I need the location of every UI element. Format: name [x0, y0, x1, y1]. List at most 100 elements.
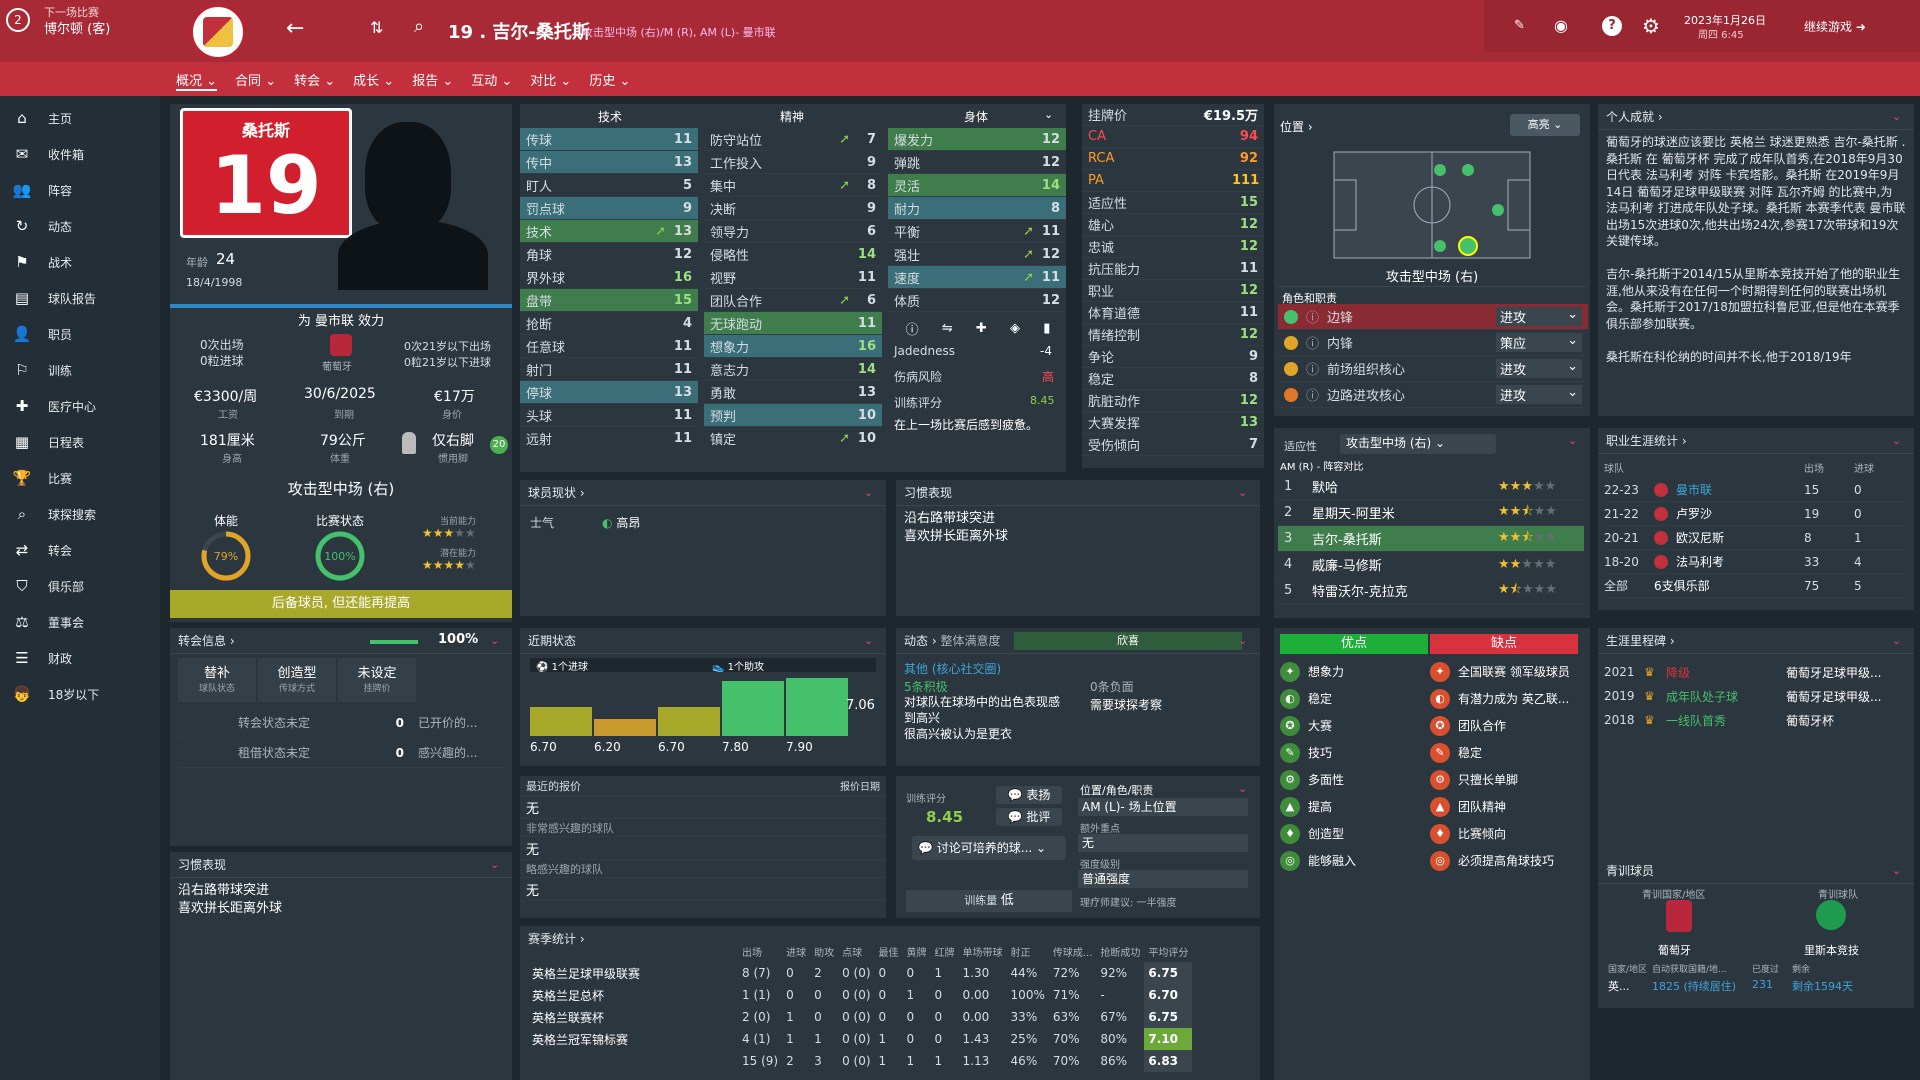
chevron-down-icon[interactable]: ⌄ [1892, 434, 1906, 448]
attr-row[interactable]: 速度 ➚ 11 [888, 266, 1066, 289]
chevron-down-icon[interactable]: ⌄ [1892, 110, 1906, 124]
youth-club[interactable]: 里斯本竞技 [1804, 942, 1859, 958]
attr-row[interactable]: 远射 11 [520, 427, 698, 450]
sidebar-item-13[interactable]: ⛉ 俱乐部 [0, 568, 160, 604]
praise-button[interactable]: 💬 表扬 [996, 786, 1062, 804]
attr-row[interactable]: 传球 11 [520, 128, 698, 151]
comparison-row[interactable]: 4 威廉-马修斯 ★★★★★ [1278, 552, 1584, 578]
info-icon[interactable]: ⓘ [1306, 333, 1319, 352]
search-icon[interactable]: ⌕ [414, 16, 424, 37]
attr-row[interactable]: 抢断 4 [520, 312, 698, 335]
attr-row[interactable]: 盘带 15 [520, 289, 698, 312]
career-title[interactable]: 职业生涯统计 › [1598, 428, 1914, 454]
tab-0[interactable]: 概况 ⌄ [176, 70, 218, 91]
tab-4[interactable]: 报告 ⌄ [412, 70, 453, 89]
attr-row[interactable]: 技术 ➚ 13 [520, 220, 698, 243]
career-row[interactable]: 20-21 欧汉尼斯 8 1 [1604, 526, 1904, 550]
medical-icon[interactable]: ✚ [976, 321, 987, 336]
tab-2[interactable]: 转会 ⌄ [294, 70, 335, 89]
club[interactable]: 欧汉尼斯 [1676, 529, 1804, 546]
sidebar-item-5[interactable]: ▤ 球队报告 [0, 280, 160, 316]
milestones-title[interactable]: 生涯里程碑 › [1598, 628, 1914, 654]
gear-icon[interactable]: ⚙ [1642, 14, 1660, 38]
next-match-opponent[interactable]: 博尔顿 (客) [44, 18, 110, 37]
back-arrow-icon[interactable]: ← [286, 16, 304, 41]
form-bar[interactable] [786, 678, 848, 736]
sidebar-item-2[interactable]: 👥 阵容 [0, 172, 160, 208]
highlight-dropdown[interactable]: 高亮 ⌄ [1510, 114, 1580, 136]
attr-row[interactable]: 意志力 14 [704, 358, 882, 381]
sidebar-item-1[interactable]: ✉ 收件箱 [0, 136, 160, 172]
help-icon[interactable]: ? [1602, 16, 1622, 36]
attr-row[interactable]: 领导力 6 [704, 220, 882, 243]
chevron-down-icon[interactable]: ⌄ [1238, 634, 1252, 648]
attr-row[interactable]: 头球 11 [520, 404, 698, 427]
transfer-row-extra[interactable]: 已开价的... [418, 714, 477, 731]
attr-row[interactable]: 停球 13 [520, 381, 698, 404]
sidebar-item-7[interactable]: ⚐ 训练 [0, 352, 160, 388]
attr-row[interactable]: 传中 13 [520, 151, 698, 174]
season-row[interactable]: 英格兰足球甲级联赛 8 (7) 0 2 0 (0) 0 0 1 1.30 44% 72% 92% 6.7… [528, 962, 1193, 984]
sidebar-item-3[interactable]: ↻ 动态 [0, 208, 160, 244]
info-icon[interactable]: ⓘ [1306, 359, 1319, 378]
attr-row[interactable]: 侵略性 14 [704, 243, 882, 266]
career-row[interactable]: 21-22 卢罗沙 19 0 [1604, 502, 1904, 526]
attr-row[interactable]: 勇敢 13 [704, 381, 882, 404]
transfer-status-cell[interactable]: 创造型 传球方式 [258, 658, 336, 702]
form-bar[interactable] [722, 680, 784, 736]
extra-focus-select[interactable]: 无 [1078, 834, 1248, 852]
sidebar-item-0[interactable]: ⌂ 主页 [0, 100, 160, 136]
intensity-select[interactable]: 普通强度 [1078, 870, 1248, 888]
pos-role-select[interactable]: AM (L)- 场上位置 [1078, 798, 1248, 816]
attr-row[interactable]: 罚点球 9 [520, 197, 698, 220]
role-row[interactable]: ⓘ 边路进攻核心 进攻 ⌄ [1278, 382, 1588, 408]
info-icon[interactable]: ⓘ [906, 319, 919, 338]
sidebar-item-16[interactable]: 👦 18岁以下 [0, 676, 160, 712]
role-row[interactable]: ⓘ 边锋 进攻 ⌄ [1278, 304, 1588, 330]
info-icon[interactable]: ⓘ [1306, 385, 1319, 404]
attr-row[interactable]: 无球跑动 11 [704, 312, 882, 335]
career-row[interactable]: 22-23 曼市联 15 0 [1604, 478, 1904, 502]
transfer-row-extra[interactable]: 感兴趣的... [418, 744, 477, 761]
transfer-status-cell[interactable]: 未设定 挂牌价 [338, 658, 416, 702]
club[interactable]: 曼市联 [1676, 481, 1804, 498]
club-crest-icon[interactable] [190, 4, 246, 60]
season-row[interactable]: 英格兰冠军锦标赛 4 (1) 1 1 0 (0) 1 0 0 1.43 25% 70% 80% 7.10 [528, 1028, 1193, 1050]
tab-5[interactable]: 互动 ⌄ [471, 70, 512, 89]
attr-row[interactable]: 灵活 14 [888, 174, 1066, 197]
chevron-down-icon[interactable]: ⌄ [1568, 434, 1582, 448]
attr-row[interactable]: 集中 ➚ 8 [704, 174, 882, 197]
bar-chart-icon[interactable]: ▮ [1043, 321, 1050, 336]
tactic-icon[interactable]: ◈ [1010, 321, 1020, 336]
sidebar-item-14[interactable]: ⚖ 董事会 [0, 604, 160, 640]
attr-row[interactable]: 镇定 ➚ 10 [704, 427, 882, 450]
attr-row[interactable]: 弹跳 12 [888, 151, 1066, 174]
chevron-down-icon[interactable]: ⌄ [864, 486, 878, 500]
social-group[interactable]: 其他 (核心社交圈) [904, 660, 1001, 677]
chevron-down-icon[interactable]: ⌄ [490, 634, 504, 648]
attr-row[interactable]: 界外球 16 [520, 266, 698, 289]
sidebar-item-8[interactable]: ✚ 医疗中心 [0, 388, 160, 424]
attr-row[interactable]: 任意球 11 [520, 335, 698, 358]
day-badge[interactable]: 2 [6, 8, 30, 32]
attr-row[interactable]: 预判 10 [704, 404, 882, 427]
sidebar-item-10[interactable]: 🏆 比赛 [0, 460, 160, 496]
chevron-down-icon[interactable]: ⌄ [1892, 634, 1906, 648]
duty-select[interactable]: 进攻 ⌄ [1496, 359, 1582, 378]
comparison-row[interactable]: 1 默哈 ★★★★★ [1278, 474, 1584, 500]
info-icon[interactable]: ⓘ [1306, 307, 1319, 326]
swap-icon[interactable]: ⇋ [942, 321, 953, 336]
chevron-down-icon[interactable]: ⌄ [1892, 864, 1906, 878]
continue-button[interactable]: 继续游戏 ➜ [1804, 18, 1866, 35]
player-status-title[interactable]: 球员现状 › [520, 480, 886, 506]
comparison-row[interactable]: 2 星期天-阿里米 ★★⯪★★ [1278, 500, 1584, 526]
discuss-button[interactable]: 💬 讨论可培养的球... ⌄ [912, 836, 1066, 860]
form-bar[interactable] [594, 719, 656, 736]
attr-row[interactable]: 团队合作 ➚ 6 [704, 289, 882, 312]
attr-row[interactable]: 工作投入 9 [704, 151, 882, 174]
form-bar[interactable] [658, 707, 720, 736]
position-title[interactable]: 位置 › [1280, 118, 1313, 135]
sidebar-item-12[interactable]: ⇄ 转会 [0, 532, 160, 568]
attrs-dropdown-icon[interactable]: ⌄ [1044, 108, 1053, 121]
transfer-status-cell[interactable]: 替补 球队状态 [178, 658, 256, 702]
